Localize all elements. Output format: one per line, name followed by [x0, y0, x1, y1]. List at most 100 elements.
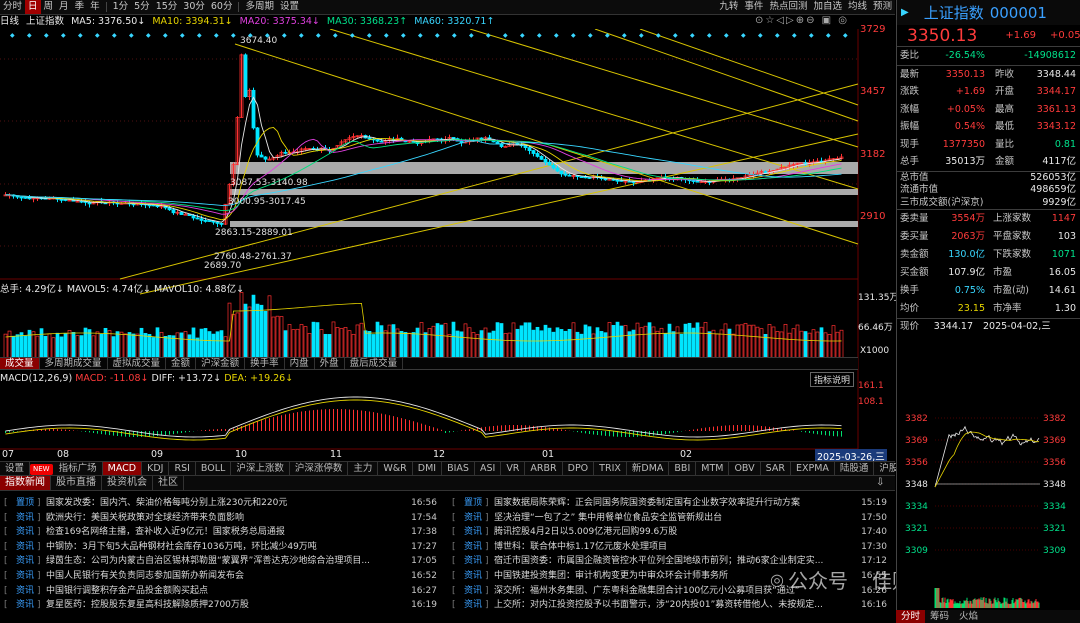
volume-bar — [555, 327, 560, 360]
volume-bar — [595, 327, 600, 360]
indicator-tab-23[interactable]: EXPMA — [791, 462, 835, 475]
indicator-tab-18[interactable]: 新DMA — [627, 462, 670, 475]
period-button-3[interactable]: 月 — [56, 0, 72, 14]
kline-chart[interactable]: ◆ ◆ ◆ ◆ ◆ ◆ ◆ ◆ ◆ ◆ ◆ ◆ ◆ ◆ ◆ ◆ ◆ ◆ ◆ ◆ ◆ ◆ ◆ ◆ ◆ ◆ ◆ ◆ ◆ ◆ ◆ ◆ ◆ ◆ ◆ ◆ ◆ ◆ ◆ ◆… — [0, 29, 895, 461]
news-item[interactable]: [资讯] 检查169名网络主播，查补收入近9亿元！国家税务总局通报 17:38 — [4, 525, 440, 540]
indicator-tab-16[interactable]: DPO — [563, 462, 595, 475]
bracket: ] — [37, 570, 41, 581]
candle-body — [583, 176, 588, 179]
indicator-tab-6[interactable]: BOLL — [196, 462, 232, 475]
indicator-tab-0[interactable]: 设置 — [0, 462, 31, 475]
news-item[interactable]: [资讯] 上交所：对内江投资控股予以书面警示，涉“20内投01”募资转借他人、未按… — [452, 598, 890, 613]
indicator-tab-9[interactable]: 主力 — [348, 462, 379, 475]
download-icon[interactable]: ⇩ — [876, 477, 884, 488]
indicator-tab-19[interactable]: BBI — [669, 462, 697, 475]
indicator-tab-7[interactable]: 沪深上涨数 — [231, 462, 290, 475]
signal-marker: ◆ — [418, 32, 423, 39]
right-tab-1[interactable]: 筹码 — [925, 610, 954, 623]
news-tab-3[interactable]: 社区 — [153, 476, 184, 490]
period-button-0[interactable]: 分时 — [0, 0, 25, 14]
volume-tab-7[interactable]: 外盘 — [315, 358, 345, 369]
arrow-icon[interactable]: ▶ — [901, 7, 909, 18]
chart-tool-icons[interactable]: ⊙☆◁▷⊕⊖ ▣ ◎ — [755, 15, 849, 26]
news-item[interactable]: [资讯] 中钢协：3月下旬5大品种钢材社会库存1036万吨，环比减少49万吨 17:… — [4, 540, 440, 555]
news-item[interactable]: [资讯] 中国人民银行有关负责同志参加国新办新闻发布会 16:52 — [4, 569, 440, 584]
indicator-tab-24[interactable]: 陆股通 — [835, 462, 875, 475]
volume-tab-4[interactable]: 沪深金额 — [196, 358, 246, 369]
right-tab-2[interactable]: 火焰 — [954, 610, 983, 623]
volume-tab-0[interactable]: 成交量 — [0, 358, 40, 369]
mini-y-right: 3321 — [1043, 524, 1066, 534]
toolbar-right-button-5[interactable]: 预测 — [870, 0, 895, 14]
volume-tab-2[interactable]: 虚拟成交量 — [108, 358, 167, 369]
news-item[interactable]: [资讯] 博世科：联合体中标1.17亿元废水处理项目 17:30 — [452, 540, 890, 555]
candle-body — [263, 156, 268, 160]
period-button-12[interactable]: 设置 — [277, 0, 302, 14]
period-button-2[interactable]: 周 — [41, 0, 57, 14]
news-item[interactable]: [置顶] 国家发改委：国内汽、柴油价格每吨分别上涨230元和220元 16:56 — [4, 496, 440, 511]
indicator-tab-5[interactable]: RSI — [169, 462, 196, 475]
news-item[interactable]: [资讯] 中国银行调整积存金产品投金额购买起点 16:27 — [4, 584, 440, 599]
indicator-tab-14[interactable]: VR — [501, 462, 526, 475]
volume-bar — [423, 332, 428, 360]
period-button-4[interactable]: 季 — [72, 0, 88, 14]
mini-y-left: 3369 — [905, 436, 928, 446]
indicator-tab-10[interactable]: W&R — [378, 462, 413, 475]
indicator-tab-20[interactable]: MTM — [696, 462, 730, 475]
news-item[interactable]: [资讯] 坚决治理“一包了之” 集中用餐单位食品安全监管新规出台 17:50 — [452, 511, 890, 526]
mini-y-right: 3348 — [1043, 480, 1066, 490]
candle-body — [215, 221, 220, 224]
news-tag: 资讯 — [463, 541, 482, 552]
indicator-tab-21[interactable]: OBV — [729, 462, 761, 475]
bracket: [ — [4, 512, 8, 523]
indicator-tab-4[interactable]: KDJ — [142, 462, 170, 475]
indicator-tab-13[interactable]: ASI — [475, 462, 502, 475]
toolbar-right-button-3[interactable]: 加自选 — [810, 0, 845, 14]
indicator-tab-22[interactable]: SAR — [761, 462, 791, 475]
volume-tab-8[interactable]: 盘后成交量 — [345, 358, 404, 369]
volume-tab-1[interactable]: 多周期成交量 — [40, 358, 108, 369]
indicator-explain-button[interactable]: 指标说明 — [810, 372, 855, 387]
toolbar-right-button-4[interactable]: 均线 — [845, 0, 870, 14]
indicator-tab-17[interactable]: TRIX — [594, 462, 627, 475]
candle-body — [171, 209, 176, 214]
toolbar-right-button-1[interactable]: 事件 — [741, 0, 766, 14]
volume-tab-6[interactable]: 内盘 — [285, 358, 315, 369]
period-button-10[interactable]: 60分 — [208, 0, 236, 14]
signal-marker: ◆ — [673, 32, 678, 39]
news-item[interactable]: [资讯] 绿茵生态：公司为内蒙古自治区锡林郭勒盟“蒙翼界”浑善达克沙地综合治理项目… — [4, 554, 440, 569]
indicator-tab-11[interactable]: DMI — [413, 462, 443, 475]
volume-bar — [311, 321, 316, 360]
period-button-5[interactable]: 年 — [87, 0, 103, 14]
news-tab-2[interactable]: 投资机会 — [102, 476, 153, 490]
signal-marker: ◆ — [843, 32, 848, 39]
period-button-7[interactable]: 5分 — [131, 0, 153, 14]
toolbar-right-button-0[interactable]: 九转 — [716, 0, 741, 14]
indicator-tab-2[interactable]: 指标广场 — [54, 462, 103, 475]
signal-marker: ◆ — [401, 32, 406, 39]
intraday-chart[interactable]: 3382 3382 3369 3369 3356 3356 3348 3348 3334 3334… — [905, 410, 1080, 608]
period-button-8[interactable]: 15分 — [153, 0, 181, 14]
news-tab-0[interactable]: 指数新闻 — [0, 476, 51, 490]
indicator-tab-15[interactable]: ARBR — [525, 462, 563, 475]
indicator-tab-12[interactable]: BIAS — [442, 462, 475, 475]
news-tab-1[interactable]: 股市直播 — [51, 476, 102, 490]
right-tab-0[interactable]: 分时 — [896, 610, 926, 623]
indicator-tab-8[interactable]: 沪深涨停数 — [290, 462, 349, 475]
period-button-6[interactable]: 1分 — [110, 0, 132, 14]
period-button-1[interactable]: 日 — [25, 0, 41, 14]
news-item[interactable]: [资讯] 腾讯控股4月2日以5.009亿港元回购99.6万股 17:40 — [452, 525, 890, 540]
signal-marker: ◆ — [503, 32, 508, 39]
indicator-tab-3[interactable]: MACD — [102, 462, 143, 475]
news-item[interactable]: [资讯] 欧洲央行：美国关税政策对全球经济带来负面影响 17:54 — [4, 511, 440, 526]
period-button-11[interactable]: 多周期 — [242, 0, 277, 14]
low-label: 2689.70 — [204, 261, 242, 271]
volume-tab-5[interactable]: 换手率 — [245, 358, 285, 369]
news-item[interactable]: [置顶] 国家数据局陈荣辉：正会同国务院国资委制定国有企业数字效率提升行动方案 15… — [452, 496, 890, 511]
period-button-9[interactable]: 30分 — [180, 0, 208, 14]
news-item[interactable]: [资讯] 复星医药：控股股东复星高科技解除质押2700万股 16:19 — [4, 598, 440, 613]
volume-bar — [19, 332, 24, 360]
toolbar-right-button-2[interactable]: 热点回测 — [766, 0, 810, 14]
volume-tab-3[interactable]: 金额 — [166, 358, 197, 369]
news-title: 博世科：联合体中标1.17亿元废水处理项目 — [494, 541, 668, 552]
